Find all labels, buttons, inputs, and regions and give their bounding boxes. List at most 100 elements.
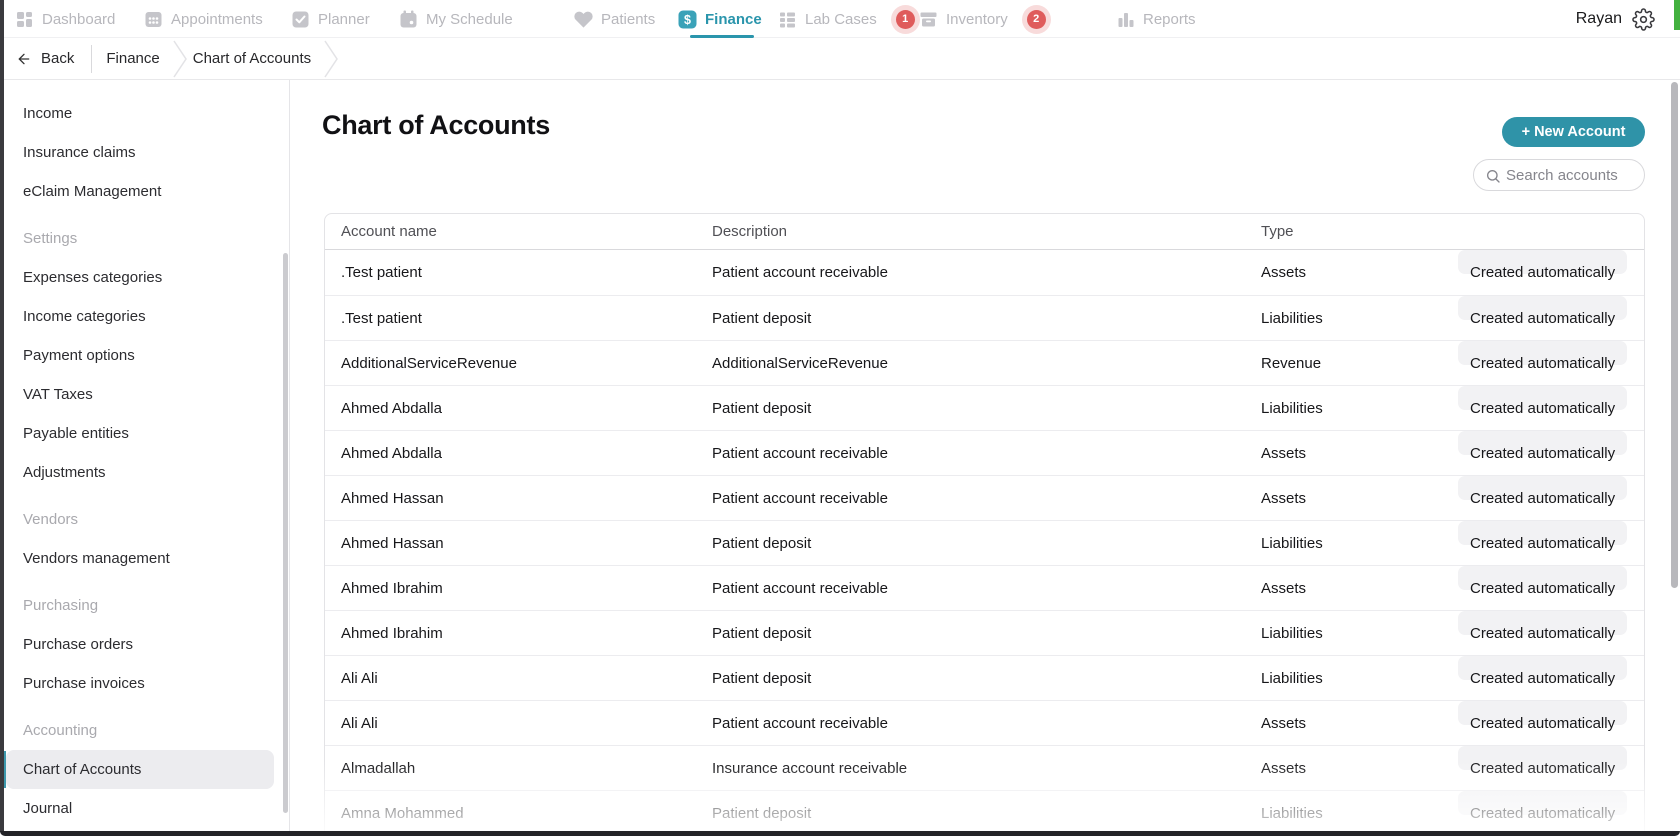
- cell-description: Patient account receivable: [712, 701, 888, 746]
- nav-item-reports[interactable]: Reports: [1115, 0, 1196, 38]
- accounts-table: Account name Description Type .Test pati…: [324, 213, 1645, 836]
- cell-type: Revenue: [1261, 341, 1321, 386]
- sidebar-item-eclaim-management[interactable]: eClaim Management: [6, 172, 274, 211]
- sidebar-item-purchase-invoices[interactable]: Purchase invoices: [6, 664, 274, 703]
- active-tab-underline: [690, 35, 754, 38]
- new-account-button[interactable]: + New Account: [1502, 117, 1645, 147]
- sidebar-item-income[interactable]: Income: [6, 94, 274, 133]
- table-row[interactable]: Ahmed HassanPatient account receivableAs…: [325, 475, 1644, 520]
- table-row[interactable]: Ahmed IbrahimPatient depositLiabilitiesC…: [325, 610, 1644, 655]
- back-label: Back: [41, 50, 74, 67]
- sidebar-item-purchase-orders[interactable]: Purchase orders: [6, 625, 274, 664]
- nav-item-dashboard[interactable]: Dashboard: [14, 0, 115, 38]
- nav-label: Appointments: [171, 11, 263, 28]
- app-window: Dashboard Appointments Planner My Schedu…: [0, 0, 1680, 836]
- cell-account-name: .Test patient: [341, 296, 422, 341]
- nav-item-planner[interactable]: Planner: [290, 0, 370, 38]
- cell-account-name: Ahmed Hassan: [341, 476, 444, 521]
- nav-item-finance[interactable]: $ Finance: [677, 0, 762, 38]
- sidebar-item-insurance-claims[interactable]: Insurance claims: [6, 133, 274, 172]
- breadcrumb-chart-of-accounts[interactable]: Chart of Accounts: [193, 50, 311, 67]
- cell-type: Liabilities: [1261, 791, 1323, 836]
- sidebar-item-chart-of-accounts[interactable]: Chart of Accounts: [6, 750, 274, 789]
- patients-icon: [573, 9, 594, 30]
- main-scrollbar[interactable]: [1671, 82, 1678, 588]
- breadcrumb-finance[interactable]: Finance: [106, 50, 159, 67]
- cell-account-name: Ali Ali: [341, 656, 378, 701]
- table-row[interactable]: Ahmed AbdallaPatient account receivableA…: [325, 430, 1644, 475]
- cell-description: Patient deposit: [712, 521, 811, 566]
- breadcrumb-divider: [91, 45, 92, 73]
- sidebar-item-journal[interactable]: Journal: [6, 789, 274, 828]
- cell-type: Assets: [1261, 431, 1306, 476]
- nav-label: Dashboard: [42, 11, 115, 28]
- created-automatically-badge: Created automatically: [1458, 701, 1627, 725]
- back-arrow-icon: [15, 51, 33, 67]
- cell-type: Assets: [1261, 701, 1306, 746]
- breadcrumb: Back Finance Chart of Accounts: [0, 38, 1680, 80]
- nav-label: Inventory: [946, 11, 1008, 28]
- created-automatically-badge: Created automatically: [1458, 656, 1627, 680]
- search-accounts-input[interactable]: [1506, 161, 1638, 189]
- finance-icon: $: [677, 9, 698, 30]
- nav-item-my-schedule[interactable]: My Schedule: [398, 0, 513, 38]
- nav-item-inventory[interactable]: Inventory 2: [918, 0, 1046, 38]
- svg-text:$: $: [684, 13, 691, 27]
- sidebar-section-accounting: Accounting: [0, 711, 289, 750]
- sidebar-section-purchasing: Purchasing: [0, 586, 289, 625]
- sidebar-item-adjustments[interactable]: Adjustments: [6, 453, 274, 492]
- inventory-badge: 2: [1027, 10, 1046, 29]
- user-menu[interactable]: Rayan: [1576, 10, 1622, 28]
- appointments-icon: [143, 9, 164, 30]
- created-automatically-badge: Created automatically: [1458, 476, 1627, 500]
- cell-account-name: .Test patient: [341, 250, 422, 295]
- sidebar-item-income-categories[interactable]: Income categories: [6, 297, 274, 336]
- nav-label: Patients: [601, 11, 655, 28]
- reports-icon: [1115, 9, 1136, 30]
- column-header-account-name: Account name: [341, 214, 437, 250]
- cell-description: Patient deposit: [712, 296, 811, 341]
- gear-icon[interactable]: [1632, 8, 1655, 31]
- created-automatically-badge: Created automatically: [1458, 296, 1627, 320]
- table-row[interactable]: Ahmed HassanPatient depositLiabilitiesCr…: [325, 520, 1644, 565]
- cell-type: Liabilities: [1261, 296, 1323, 341]
- table-row[interactable]: AlmadallahInsurance account receivableAs…: [325, 745, 1644, 790]
- sidebar-item-vendors-management[interactable]: Vendors management: [6, 539, 274, 578]
- nav-item-lab-cases[interactable]: Lab Cases 1: [777, 0, 915, 38]
- my-schedule-icon: [398, 9, 419, 30]
- window-frame-bottom: [0, 831, 1680, 836]
- sidebar-item-expenses-categories[interactable]: Expenses categories: [6, 258, 274, 297]
- created-automatically-badge: Created automatically: [1458, 791, 1627, 815]
- back-button[interactable]: Back: [15, 50, 74, 67]
- sidebar-section-vendors: Vendors: [0, 500, 289, 539]
- inventory-icon: [918, 9, 939, 30]
- nav-item-appointments[interactable]: Appointments: [143, 0, 263, 38]
- sidebar-item-payable-entities[interactable]: Payable entities: [6, 414, 274, 453]
- created-automatically-badge: Created automatically: [1458, 386, 1627, 410]
- table-row[interactable]: Ahmed AbdallaPatient depositLiabilitiesC…: [325, 385, 1644, 430]
- table-row[interactable]: AdditionalServiceRevenueAdditionalServic…: [325, 340, 1644, 385]
- nav-item-patients[interactable]: Patients: [573, 0, 655, 38]
- planner-icon: [290, 9, 311, 30]
- table-row[interactable]: Ahmed IbrahimPatient account receivableA…: [325, 565, 1644, 610]
- top-nav: Dashboard Appointments Planner My Schedu…: [0, 0, 1680, 38]
- cell-description: Patient deposit: [712, 791, 811, 836]
- sidebar-scrollbar[interactable]: [283, 253, 288, 813]
- table-row[interactable]: Ali Ali Patient deposit Liabilities Created…: [325, 655, 1644, 700]
- created-automatically-badge: Created automatically: [1458, 431, 1627, 455]
- cell-account-name: Ali Ali: [341, 701, 378, 746]
- cell-description: Patient deposit: [712, 656, 811, 701]
- sidebar-item-payment-options[interactable]: Payment options: [6, 336, 274, 375]
- cell-description: Patient deposit: [712, 611, 811, 656]
- table-row[interactable]: .Test patientPatient account receivableA…: [325, 250, 1644, 295]
- cell-type: Liabilities: [1261, 656, 1323, 701]
- created-automatically-badge: Created automatically: [1458, 566, 1627, 590]
- table-row[interactable]: Amna MohammedPatient depositLiabilitiesC…: [325, 790, 1644, 835]
- table-row[interactable]: Ali Ali Patient account receivable Assets C…: [325, 700, 1644, 745]
- chevron-right-icon: [173, 40, 187, 78]
- column-header-type: Type: [1261, 214, 1294, 250]
- sidebar-item-vat-taxes[interactable]: VAT Taxes: [6, 375, 274, 414]
- cell-type: Liabilities: [1261, 521, 1323, 566]
- table-row[interactable]: .Test patient Patient deposit Liabilities C…: [325, 295, 1644, 340]
- window-frame-left: [0, 0, 4, 832]
